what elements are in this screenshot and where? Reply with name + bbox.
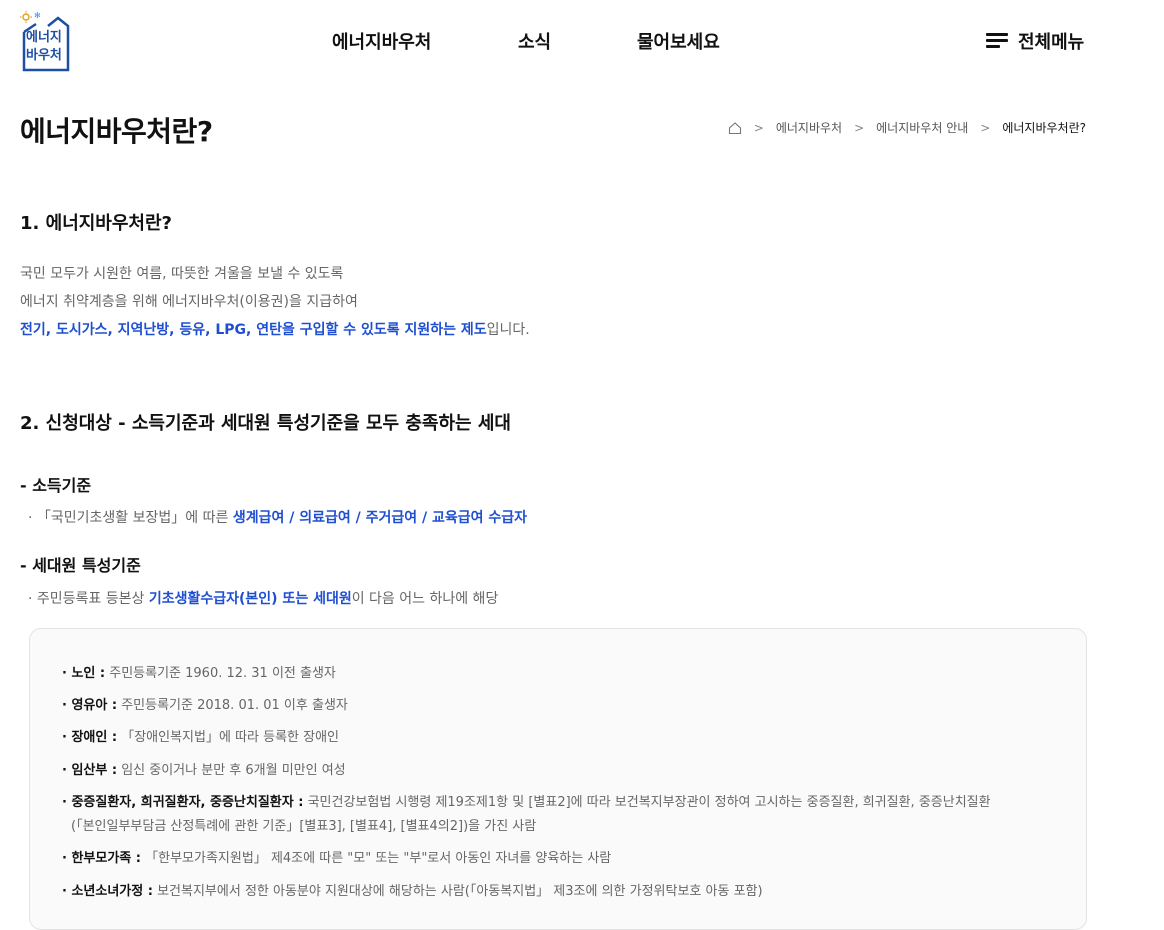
- all-menu-button[interactable]: 전체메뉴: [986, 28, 1084, 54]
- hamburger-icon: [986, 33, 1008, 49]
- section1-line3-rest: 입니다.: [486, 322, 530, 338]
- criteria-label: · 노인 :: [62, 666, 106, 681]
- criteria-row: · 한부모가족 : 「한부모가족지원법」 제4조에 따른 "모" 또는 "부"로…: [62, 847, 611, 871]
- household-suffix: 이 다음 어느 하나에 해당: [351, 591, 499, 607]
- section2-title: 2. 신청대상 - 소득기준과 세대원 특성기준을 모두 충족하는 세대: [20, 413, 511, 434]
- section1-line-3: 전기, 도시가스, 지역난방, 등유, LPG, 연탄을 구입할 수 있도록 지…: [20, 319, 530, 339]
- nav-energy-voucher[interactable]: 에너지바우처: [332, 28, 431, 54]
- nav-news[interactable]: 소식: [518, 28, 551, 54]
- site-header: ✻ 에너지 바우처 에너지바우처 소식 물어보세요 전체메뉴: [0, 0, 1164, 80]
- section1-title: 1. 에너지바우처란?: [20, 213, 172, 234]
- logo-line-2: 바우처: [26, 48, 62, 63]
- criteria-row: · 장애인 : 「장애인복지법」에 따라 등록한 장애인: [62, 726, 339, 750]
- site-logo[interactable]: ✻ 에너지 바우처: [20, 10, 74, 72]
- logo-line-1: 에너지: [26, 30, 62, 45]
- criteria-text: 주민등록기준 2018. 01. 01 이후 출생자: [117, 698, 348, 713]
- household-line: · 주민등록표 등본상 기초생활수급자(본인) 또는 세대원이 다음 어느 하나…: [28, 588, 498, 608]
- income-title: - 소득기준: [20, 476, 92, 495]
- household-highlight: 기초생활수급자(본인) 또는 세대원: [148, 591, 352, 607]
- svg-text:✻: ✻: [34, 11, 41, 20]
- home-icon[interactable]: [728, 121, 742, 135]
- breadcrumb-item-2[interactable]: 에너지바우처 안내: [876, 119, 968, 136]
- criteria-row: · 노인 : 주민등록기준 1960. 12. 31 이전 출생자: [62, 662, 336, 686]
- criteria-label: · 한부모가족 :: [62, 851, 141, 866]
- income-line: · 「국민기초생활 보장법」에 따른 생계급여 / 의료급여 / 주거급여 / …: [28, 507, 527, 527]
- household-prefix: · 주민등록표 등본상: [28, 591, 149, 607]
- chevron-right-icon: >: [854, 120, 865, 135]
- chevron-right-icon: >: [980, 120, 991, 135]
- criteria-label: · 중증질환자, 희귀질환자, 중증난치질환자 :: [62, 795, 304, 810]
- section1-line-1: 국민 모두가 시원한 여름, 따뜻한 겨울을 보낼 수 있도록: [20, 266, 344, 282]
- criteria-row: · 소년소녀가정 : 보건복지부에서 정한 아동분야 지원대상에 해당하는 사람…: [62, 880, 763, 904]
- criteria-row: · 임산부 : 임신 중이거나 분만 후 6개월 미만인 여성: [62, 759, 346, 783]
- criteria-text: 임신 중이거나 분만 후 6개월 미만인 여성: [117, 763, 346, 778]
- criteria-text: 「장애인복지법」에 따라 등록한 장애인: [117, 730, 340, 745]
- criteria-label: · 임산부 :: [62, 763, 118, 778]
- breadcrumb-item-1[interactable]: 에너지바우처: [776, 119, 842, 136]
- criteria-text: 「한부모가족지원법」 제4조에 따른 "모" 또는 "부"로서 아동인 자녀를 …: [141, 851, 612, 866]
- criteria-text: 주민등록기준 1960. 12. 31 이전 출생자: [105, 666, 336, 681]
- criteria-row-continuation: (「본인일부부담금 산정특례에 관한 기준」[별표3], [별표4], [별표4…: [71, 819, 537, 834]
- breadcrumb-current: 에너지바우처란?: [1002, 121, 1086, 135]
- criteria-label: · 장애인 :: [62, 730, 118, 745]
- page-title: 에너지바우처란?: [20, 115, 213, 148]
- criteria-text: 보건복지부에서 정한 아동분야 지원대상에 해당하는 사람(「아동복지법」 제3…: [152, 884, 763, 899]
- household-title: - 세대원 특성기준: [20, 556, 141, 575]
- breadcrumb: > 에너지바우처 > 에너지바우처 안내 > 에너지바우처란?: [728, 119, 1086, 136]
- nav-ask[interactable]: 물어보세요: [637, 28, 720, 54]
- all-menu-label: 전체메뉴: [1018, 32, 1085, 53]
- criteria-label: · 영유아 :: [62, 698, 118, 713]
- section1-highlight: 전기, 도시가스, 지역난방, 등유, LPG, 연탄을 구입할 수 있도록 지…: [20, 322, 487, 338]
- section1-line-2: 에너지 취약계층을 위해 에너지바우처(이용권)을 지급하여: [20, 294, 358, 310]
- criteria-row: · 영유아 : 주민등록기준 2018. 01. 01 이후 출생자: [62, 694, 348, 718]
- chevron-right-icon: >: [753, 120, 764, 135]
- criteria-row: · 중증질환자, 희귀질환자, 중증난치질환자 : 국민건강보험법 시행령 제1…: [62, 791, 991, 815]
- criteria-label: · 소년소녀가정 :: [62, 884, 153, 899]
- income-prefix: · 「국민기초생활 보장법」에 따른: [28, 510, 233, 526]
- criteria-text: 국민건강보험법 시행령 제19조제1항 및 [별표2]에 따라 보건복지부장관이…: [303, 795, 991, 810]
- income-highlight: 생계급여 / 의료급여 / 주거급여 / 교육급여 수급자: [232, 510, 527, 526]
